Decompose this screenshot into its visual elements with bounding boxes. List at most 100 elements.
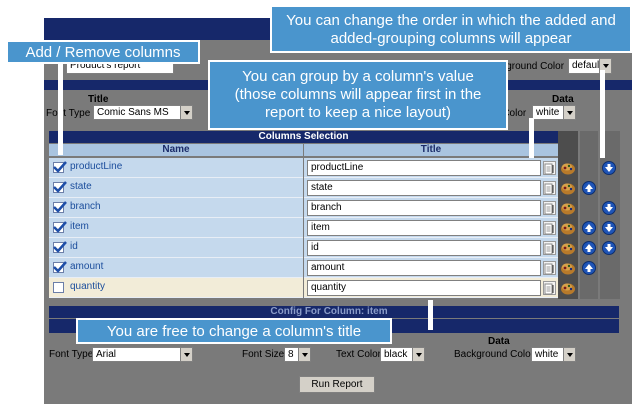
title-cell: id xyxy=(304,238,558,258)
column-name: amount xyxy=(70,261,104,272)
rename-callout: You are free to change a column's title xyxy=(76,318,392,344)
config-title: Config For Column: item xyxy=(124,306,534,318)
title-cell: item xyxy=(304,218,558,238)
data-color-value: white xyxy=(536,107,560,118)
column-checkbox[interactable] xyxy=(53,181,67,193)
chevron-down-icon xyxy=(180,348,192,361)
font-size-value: 8 xyxy=(288,349,294,360)
column-name: state xyxy=(70,181,92,192)
move-up-icon[interactable] xyxy=(582,261,596,275)
column-row: branch branch xyxy=(49,198,558,218)
text-color-select[interactable]: black xyxy=(380,347,425,362)
config-font-value: Arial xyxy=(96,349,117,360)
config-font-type-label: Font Type xyxy=(49,349,94,360)
title-cell: amount xyxy=(304,258,558,278)
config-bg-color-value: white xyxy=(535,349,559,360)
column-name: productLine xyxy=(70,161,123,172)
group-callout: You can group by a column's value (those… xyxy=(208,60,508,130)
column-row: state state xyxy=(49,178,558,198)
group-by-icon[interactable] xyxy=(560,161,576,175)
chevron-down-icon xyxy=(180,106,192,119)
data-section-label: Data xyxy=(552,94,574,105)
group-by-icon[interactable] xyxy=(560,201,576,215)
column-title-input[interactable]: branch xyxy=(307,200,541,216)
name-cell: state xyxy=(49,178,303,198)
column-row: productLine productLine xyxy=(49,158,558,178)
column-title-input[interactable]: amount xyxy=(307,260,541,276)
title-font-value: Comic Sans MS xyxy=(97,107,169,118)
text-color-value: black xyxy=(384,349,408,360)
column-title-input[interactable]: item xyxy=(307,220,541,236)
group-by-icon[interactable] xyxy=(560,181,576,195)
name-column-header: Name xyxy=(49,144,303,156)
edit-title-icon[interactable] xyxy=(543,241,556,255)
name-cell: amount xyxy=(49,258,303,278)
chevron-down-icon xyxy=(412,348,424,361)
move-up-icon[interactable] xyxy=(582,181,596,195)
config-bg-color-label: Background Color xyxy=(454,349,535,360)
column-name: branch xyxy=(70,201,101,212)
config-data-label: Data xyxy=(488,336,510,347)
columns-selection-title: Columns Selection xyxy=(49,131,558,143)
move-down-icon[interactable] xyxy=(602,161,616,175)
order-connector xyxy=(600,70,605,158)
name-cell: id xyxy=(49,238,303,258)
order-callout: You can change the order in which the ad… xyxy=(270,5,632,53)
column-row: amount amount xyxy=(49,258,558,278)
group-by-icon[interactable] xyxy=(560,221,576,235)
bg-color-select[interactable]: default xyxy=(568,58,612,74)
column-row: id id xyxy=(49,238,558,258)
name-cell: branch xyxy=(49,198,303,218)
group-by-icon[interactable] xyxy=(560,281,576,295)
title-font-type-label: Font Type xyxy=(46,108,91,119)
column-checkbox[interactable] xyxy=(53,201,67,213)
column-name: id xyxy=(70,241,78,252)
move-down-icon[interactable] xyxy=(602,241,616,255)
name-cell: quantity xyxy=(49,278,303,298)
bg-color-value: default xyxy=(572,60,603,71)
column-name: item xyxy=(70,221,89,232)
column-checkbox[interactable] xyxy=(53,241,67,253)
title-cell: quantity xyxy=(304,278,558,298)
edit-title-icon[interactable] xyxy=(543,181,556,195)
move-up-icon[interactable] xyxy=(582,221,596,235)
name-cell: productLine xyxy=(49,158,303,178)
column-title-input[interactable]: quantity xyxy=(307,280,541,296)
add-remove-connector xyxy=(58,60,63,155)
column-checkbox[interactable] xyxy=(53,161,67,173)
column-row: item item xyxy=(49,218,558,238)
edit-title-icon[interactable] xyxy=(543,161,556,175)
edit-title-icon[interactable] xyxy=(543,281,556,295)
column-checkbox[interactable] xyxy=(53,221,67,233)
name-cell: item xyxy=(49,218,303,238)
column-title-input[interactable]: id xyxy=(307,240,541,256)
group-by-icon[interactable] xyxy=(560,241,576,255)
text-color-label: Text Color xyxy=(336,349,382,360)
title-cell: branch xyxy=(304,198,558,218)
config-font-select[interactable]: Arial xyxy=(92,347,193,362)
column-title-input[interactable]: productLine xyxy=(307,160,541,176)
column-checkbox[interactable] xyxy=(53,282,64,293)
edit-title-icon[interactable] xyxy=(543,261,556,275)
rename-connector xyxy=(428,300,433,330)
edit-title-icon[interactable] xyxy=(543,201,556,215)
chevron-down-icon xyxy=(563,106,575,119)
font-size-select[interactable]: 8 xyxy=(284,347,311,362)
title-font-select[interactable]: Comic Sans MS xyxy=(93,105,193,120)
column-name: quantity xyxy=(70,281,106,292)
config-bg-color-select[interactable]: white xyxy=(531,347,576,362)
column-title-input[interactable]: state xyxy=(307,180,541,196)
group-connector xyxy=(529,118,534,158)
move-up-icon[interactable] xyxy=(582,241,596,255)
run-report-button[interactable]: Run Report xyxy=(299,376,375,393)
title-section-label: Title xyxy=(88,94,109,105)
move-down-icon[interactable] xyxy=(602,221,616,235)
column-checkbox[interactable] xyxy=(53,261,67,273)
add-remove-callout: Add / Remove columns xyxy=(6,40,200,64)
edit-title-icon[interactable] xyxy=(543,221,556,235)
title-cell: state xyxy=(304,178,558,198)
group-by-icon[interactable] xyxy=(560,261,576,275)
move-down-icon[interactable] xyxy=(602,201,616,215)
title-cell: productLine xyxy=(304,158,558,178)
data-color-select[interactable]: white xyxy=(532,105,576,120)
